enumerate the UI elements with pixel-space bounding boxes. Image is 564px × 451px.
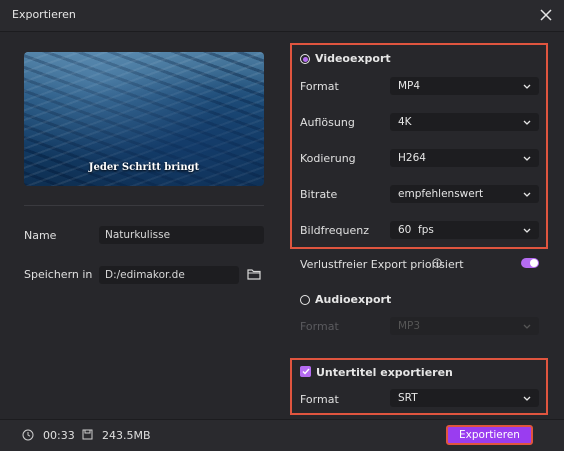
- video-format-value: MP4: [398, 80, 421, 92]
- subtitle-format-value: SRT: [398, 392, 418, 404]
- audio-export-radio[interactable]: [300, 295, 310, 305]
- audio-export-title: Audioexport: [315, 293, 392, 306]
- checkmark-icon: [302, 368, 310, 375]
- chevron-down-icon: [523, 156, 531, 161]
- video-export-radio[interactable]: [300, 54, 310, 64]
- framerate-select[interactable]: 60 fps: [390, 221, 539, 239]
- framerate-label: Bildfrequenz: [300, 224, 370, 237]
- info-icon[interactable]: [432, 258, 442, 268]
- folder-button[interactable]: [247, 268, 261, 280]
- subtitle-format-label: Format: [300, 393, 339, 406]
- resolution-value: 4K: [398, 116, 412, 128]
- subtitle-checkbox[interactable]: [300, 366, 311, 377]
- file-size-text: 243.5MB: [102, 429, 151, 442]
- bitrate-label: Bitrate: [300, 188, 338, 201]
- chevron-down-icon: [523, 192, 531, 197]
- resolution-select[interactable]: 4K: [390, 113, 539, 131]
- name-input[interactable]: Naturkulisse: [99, 226, 264, 244]
- chevron-down-icon: [523, 324, 531, 329]
- video-format-label: Format: [300, 80, 339, 93]
- framerate-value: 60 fps: [398, 224, 434, 236]
- audio-format-label: Format: [300, 320, 339, 333]
- preview-caption: Jeder Schritt bringt: [88, 162, 200, 173]
- audio-format-select: MP3: [390, 317, 539, 335]
- audio-format-value: MP3: [398, 320, 421, 332]
- resolution-label: Auflösung: [300, 116, 355, 129]
- encoding-value: H264: [398, 152, 426, 164]
- encoding-label: Kodierung: [300, 152, 356, 165]
- title-bar: [0, 0, 564, 32]
- name-label: Name: [24, 229, 57, 242]
- video-preview: Jeder Schritt bringt: [24, 52, 264, 186]
- video-export-section: [290, 43, 548, 249]
- window-title: Exportieren: [12, 8, 76, 21]
- close-button[interactable]: [536, 5, 556, 25]
- bitrate-select[interactable]: empfehlenswert: [390, 185, 539, 203]
- folder-icon: [247, 269, 261, 280]
- bitrate-value: empfehlenswert: [398, 188, 484, 200]
- video-format-select[interactable]: MP4: [390, 77, 539, 95]
- save-path-input[interactable]: D:/edimakor.de: [99, 266, 239, 284]
- divider: [24, 205, 264, 206]
- duration-text: 00:33: [43, 429, 75, 442]
- encoding-select[interactable]: H264: [390, 149, 539, 167]
- subtitle-format-select[interactable]: SRT: [390, 389, 539, 407]
- save-label: Speichern in: [24, 268, 93, 281]
- clock-icon: [22, 429, 34, 441]
- lossless-toggle[interactable]: [521, 258, 539, 268]
- close-icon: [540, 9, 552, 21]
- chevron-down-icon: [523, 396, 531, 401]
- video-export-title: Videoexport: [315, 52, 391, 65]
- chevron-down-icon: [523, 120, 531, 125]
- file-size-icon: [82, 429, 93, 440]
- chevron-down-icon: [523, 84, 531, 89]
- chevron-down-icon: [523, 228, 531, 233]
- subtitle-title: Untertitel exportieren: [316, 366, 453, 379]
- export-button[interactable]: Exportieren: [446, 425, 533, 445]
